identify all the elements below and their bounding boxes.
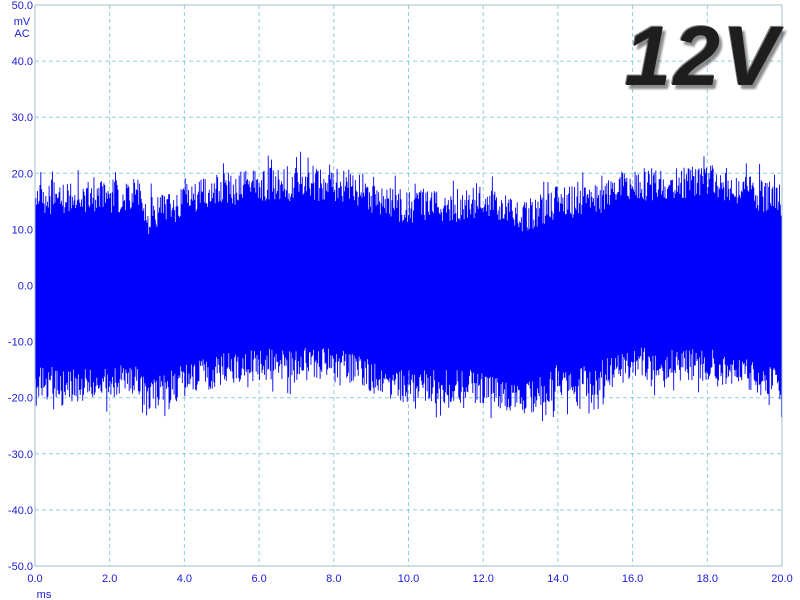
- x-tick-label: 6.0: [251, 573, 266, 585]
- y-tick-label: -30.0: [8, 449, 33, 461]
- x-tick-label: 2.0: [102, 573, 117, 585]
- signal-line: [34, 151, 783, 422]
- y-tick-label: -50.0: [8, 561, 33, 573]
- y-tick-label: 20.0: [12, 168, 33, 180]
- y-tick-label: -40.0: [8, 505, 33, 517]
- x-tick-label: 12.0: [472, 573, 493, 585]
- y-unit-label-line-2: AC: [14, 28, 29, 40]
- y-tick-label: -20.0: [8, 393, 33, 405]
- y-tick-label: -10.0: [8, 337, 33, 349]
- y-tick-label: 10.0: [12, 224, 33, 236]
- x-tick-label: 14.0: [547, 573, 568, 585]
- x-tick-label: 16.0: [622, 573, 643, 585]
- y-tick-label: 0.0: [18, 281, 33, 293]
- x-tick-label: 18.0: [697, 573, 718, 585]
- x-axis-label: ms: [37, 589, 52, 600]
- x-tick-label: 10.0: [398, 573, 419, 585]
- y-tick-label: 50.0: [12, 0, 33, 12]
- y-tick-label: 30.0: [12, 112, 33, 124]
- x-tick-label: 20.0: [771, 573, 792, 585]
- y-tick-label: 40.0: [12, 56, 33, 68]
- y-unit-label-line-1: mV: [14, 16, 31, 28]
- x-tick-label: 0.0: [27, 573, 42, 585]
- voltage-rail-label: 12V: [624, 9, 780, 103]
- x-tick-label: 8.0: [326, 573, 341, 585]
- x-tick-label: 4.0: [177, 573, 192, 585]
- signal-trace: [34, 151, 783, 422]
